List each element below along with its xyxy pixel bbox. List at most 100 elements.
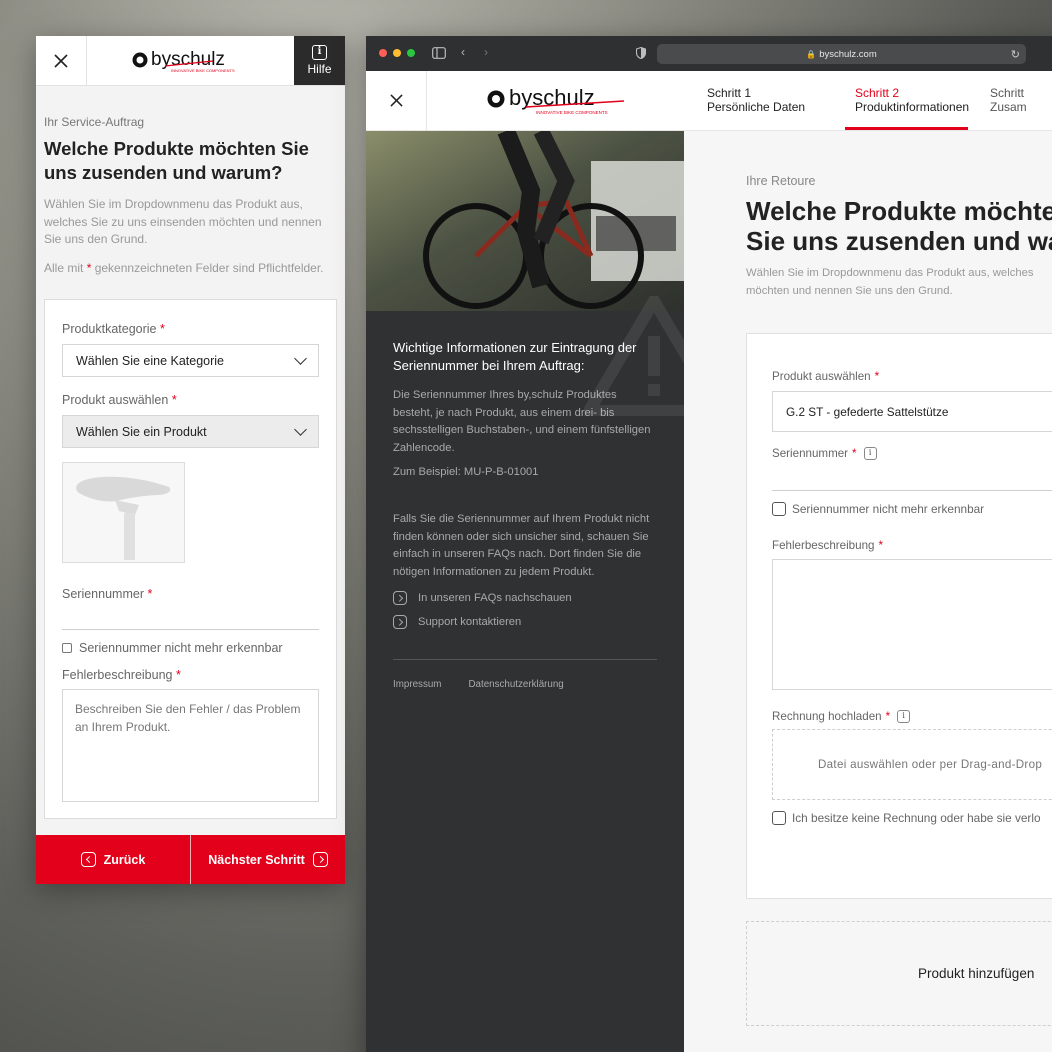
step-3[interactable]: Schritt Zusam — [981, 71, 1041, 130]
mobile-footer: Zurück Nächster Schritt — [36, 835, 345, 884]
step-number: Schritt — [990, 86, 1025, 100]
error-textarea[interactable]: Beschreiben Sie den Fehler / das Problem… — [62, 689, 319, 802]
page-title: Welche Produkte möchten Sie uns zusenden… — [44, 138, 309, 183]
next-label: Nächster Schritt — [208, 852, 305, 867]
site-header: byschulz INNOVATIVE BIKE COMPONENTS Schr… — [366, 71, 1052, 131]
category-select[interactable]: Wählen Sie eine Kategorie — [62, 344, 319, 377]
impressum-link[interactable]: Impressum — [393, 679, 441, 690]
invoice-dropzone[interactable]: Datei auswählen oder per Drag-and-Drop — [772, 729, 1052, 800]
checkbox-box[interactable] — [772, 811, 786, 825]
reload-icon[interactable]: ↻ — [1011, 48, 1020, 61]
chevron-down-icon — [294, 422, 307, 436]
checkbox-label: Seriennummer nicht mehr erkennbar — [79, 641, 283, 655]
forward-arrow-icon[interactable]: › — [484, 45, 488, 59]
serial-input[interactable] — [772, 490, 1052, 491]
info-paragraph: Falls Sie die Seriennummer auf Ihrem Pro… — [393, 512, 650, 578]
category-select-value: Wählen Sie eine Kategorie — [76, 353, 225, 368]
mobile-content: Ihr Service-Auftrag Welche Produkte möch… — [36, 86, 345, 819]
privacy-link[interactable]: Datenschutzerklärung — [468, 679, 563, 690]
next-step-button[interactable]: Nächster Schritt — [190, 835, 345, 884]
help-label: Hilfe — [307, 62, 332, 76]
faq-link[interactable]: In unseren FAQs nachschauen — [393, 591, 657, 606]
info-icon[interactable]: i — [897, 710, 911, 723]
step-navigation: Schritt 1 Persönliche Daten Schritt 2 Pr… — [685, 71, 1041, 130]
no-invoice-checkbox[interactable]: Ich besitze keine Rechnung oder habe sie… — [772, 811, 1052, 825]
window-minimize-dot[interactable] — [393, 49, 401, 57]
product-label: Produkt auswählen * — [62, 393, 177, 407]
step-number: Schritt 2 — [855, 86, 900, 100]
checkbox-label: Seriennummer nicht mehr erkennbar — [792, 502, 985, 516]
step-label: Zusam — [990, 100, 1027, 114]
invoice-label: Rechnung hochladen * i — [772, 710, 1052, 723]
window-close-dot[interactable] — [379, 49, 387, 57]
close-icon — [389, 94, 403, 107]
logo-wordmark: byschulz — [151, 49, 225, 70]
product-form-card: Produkt auswählen * G.2 ST - gefederte Sa… — [746, 333, 1052, 899]
product-select[interactable]: Wählen Sie ein Produkt — [62, 415, 319, 448]
return-form: Ihre Retoure Welche Produkte möchte Sie … — [684, 131, 1052, 1052]
logo-wordmark: byschulz — [509, 86, 595, 110]
error-label: Fehlerbeschreibung * — [772, 539, 883, 552]
logo-tagline: INNOVATIVE BIKE COMPONENTS — [536, 110, 608, 115]
product-form-card: Produktkategorie * Wählen Sie eine Kateg… — [44, 299, 337, 819]
info-example: Zum Beispiel: MU-P-B-01001 — [393, 466, 539, 479]
window-zoom-dot[interactable] — [407, 49, 415, 57]
serial-unreadable-checkbox[interactable]: Seriennummer nicht mehr erkennbar — [772, 502, 1052, 516]
product-select[interactable]: G.2 ST - gefederte Sattelstütze — [772, 391, 1052, 432]
error-textarea[interactable] — [772, 559, 1052, 690]
faq-link-label: In unseren FAQs nachschauen — [418, 592, 572, 605]
step-1[interactable]: Schritt 1 Persönliche Daten — [685, 71, 833, 130]
required-note: Alle mit * gekennzeichneten Felder sind … — [44, 260, 337, 278]
product-image — [62, 462, 185, 563]
back-button[interactable]: Zurück — [36, 835, 190, 884]
product-select-value: G.2 ST - gefederte Sattelstütze — [786, 404, 949, 419]
logo[interactable]: byschulz INNOVATIVE BIKE COMPONENTS — [427, 71, 685, 130]
sidebar-icon[interactable] — [432, 47, 446, 59]
back-label: Zurück — [103, 852, 146, 867]
chevron-right-icon — [393, 591, 407, 606]
support-link-label: Support kontaktieren — [418, 616, 522, 629]
serial-unreadable-checkbox[interactable]: Seriennummer nicht mehr erkennbar — [62, 641, 319, 655]
step-label: Produktinformationen — [855, 100, 970, 114]
support-link[interactable]: Support kontaktieren — [393, 615, 657, 630]
footer-links: Impressum Datenschutzerklärung — [366, 660, 684, 709]
logo-tagline: INNOVATIVE BIKE COMPONENTS — [171, 68, 235, 73]
product-label: Produkt auswählen * — [772, 370, 880, 383]
info-icon: i — [312, 45, 327, 60]
required-star: * — [86, 260, 92, 275]
logo[interactable]: byschulz INNOVATIVE BIKE COMPONENTS — [87, 36, 294, 85]
step-label: Persönliche Daten — [707, 100, 806, 114]
info-icon[interactable]: i — [863, 447, 877, 460]
step-2[interactable]: Schritt 2 Produktinformationen — [833, 71, 981, 130]
help-button[interactable]: i Hilfe — [294, 36, 345, 85]
close-button[interactable] — [36, 36, 87, 85]
serial-label: Seriennummer * i — [772, 447, 1052, 460]
arrow-left-icon — [80, 852, 96, 867]
address-bar[interactable]: 🔒 byschulz.com ↻ — [657, 44, 1026, 64]
checkbox-box[interactable] — [772, 502, 786, 516]
required-suffix: gekennzeichneten Felder sind Pflichtfeld… — [94, 260, 324, 275]
category-label: Produktkategorie * — [62, 322, 165, 336]
arrow-right-icon — [312, 852, 328, 867]
mobile-screen: byschulz INNOVATIVE BIKE COMPONENTS i Hi… — [36, 36, 345, 884]
eyebrow: Ihre Retoure — [746, 174, 816, 188]
page-description: Wählen Sie im Dropdownmenu das Produkt a… — [746, 265, 1052, 300]
add-product-button[interactable]: Produkt hinzufügen — [746, 921, 1052, 1026]
chevron-right-icon — [393, 615, 407, 630]
info-sidebar: Wichtige Informationen zur Eintragung de… — [366, 131, 724, 1052]
page-description: Wählen Sie im Dropdownmenu das Produkt a… — [44, 197, 322, 246]
serial-input[interactable] — [62, 629, 319, 630]
chevron-down-icon — [294, 351, 307, 365]
close-button[interactable] — [366, 71, 427, 130]
checkbox-box[interactable] — [62, 643, 72, 653]
product-select-value: Wählen Sie ein Produkt — [76, 424, 207, 439]
lock-icon: 🔒 — [806, 49, 817, 59]
saddle-icon — [75, 476, 170, 560]
page-body: Wichtige Informationen zur Eintragung de… — [366, 131, 1052, 1052]
shield-icon[interactable] — [636, 47, 646, 59]
back-arrow-icon[interactable]: ‹ — [461, 45, 465, 59]
add-product-label: Produkt hinzufügen — [918, 966, 1035, 981]
serial-label: Seriennummer * — [62, 587, 153, 601]
title-line: Welche Produkte möchte — [746, 196, 1052, 226]
cyclist-photo — [366, 131, 684, 311]
